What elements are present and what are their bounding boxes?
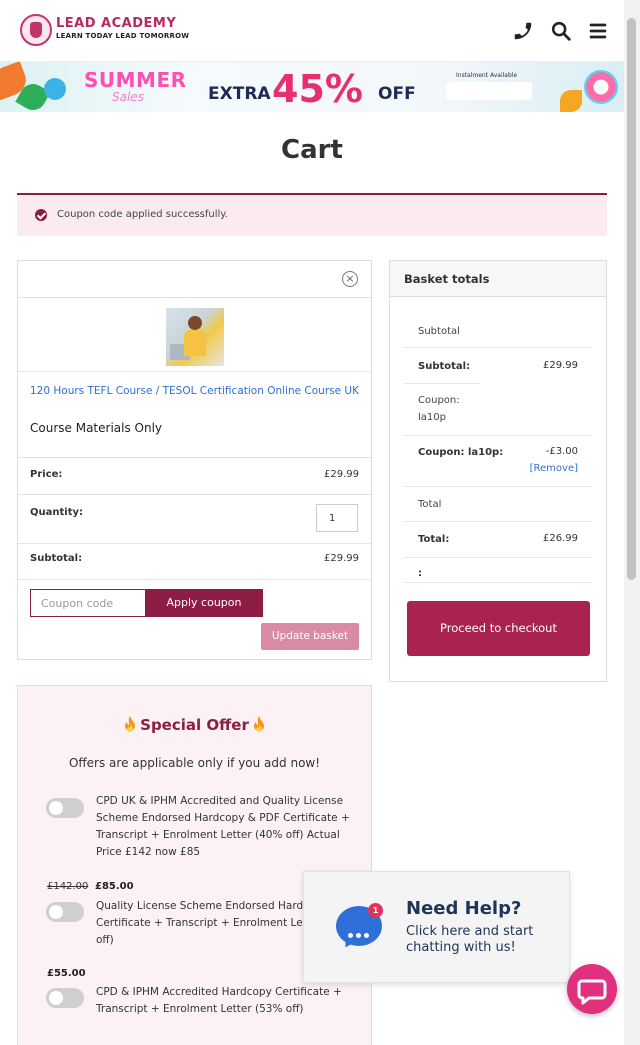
notice-message: Coupon code applied successfully.: [57, 209, 228, 220]
need-help-widget[interactable]: 1 Need Help? Click here and start chatti…: [303, 871, 570, 983]
special-offer-title: Special Offer: [18, 716, 371, 734]
total-heading: Total: [418, 499, 442, 510]
special-offer-title-text: Special Offer: [140, 716, 249, 734]
need-help-subtitle: Click here and start chatting with us!: [406, 924, 534, 955]
offer-toggle[interactable]: [46, 902, 84, 922]
update-basket-button[interactable]: Update basket: [261, 623, 359, 650]
product-link[interactable]: 120 Hours TEFL Course / TESOL Certificat…: [30, 383, 365, 399]
totals-subtotal-value: £29.99: [543, 360, 578, 371]
banner-sales-text: Sales: [112, 90, 144, 104]
offer-description: CPD UK & IPHM Accredited and Quality Lic…: [96, 795, 350, 858]
totals-subtotal-label: Subtotal:: [418, 361, 471, 372]
coupon-heading: Coupon: la10p: [418, 395, 460, 423]
basket-totals-card: Basket totals Subtotal Subtotal: £29.99 …: [389, 260, 607, 682]
apply-coupon-button[interactable]: Apply coupon: [145, 589, 263, 617]
logo-icon[interactable]: [20, 14, 52, 46]
offer-old-price: £142.00: [47, 881, 89, 892]
proceed-to-checkout-button[interactable]: Proceed to checkout: [407, 601, 590, 656]
offer-toggle[interactable]: [46, 988, 84, 1008]
special-offer-subtitle: Offers are applicable only if you add no…: [68, 756, 321, 770]
offer-toggle[interactable]: [46, 798, 84, 818]
banner-installment-text: Instalment Available: [456, 72, 518, 79]
need-help-title: Need Help?: [406, 898, 522, 919]
search-icon[interactable]: [550, 20, 572, 42]
page-title: Cart: [281, 135, 343, 165]
price-label: Price:: [30, 469, 63, 480]
subtotal-value: £29.99: [324, 553, 359, 564]
totals-total-value: £26.99: [543, 533, 578, 544]
subtotal-label: Subtotal:: [30, 553, 83, 564]
banner-extra-text: EXTRA: [208, 84, 271, 104]
fire-icon: [253, 716, 264, 732]
chat-dots-icon: [348, 923, 372, 938]
chat-icon: [577, 979, 607, 1005]
totals-coupon-value: -£3.00: [545, 446, 578, 457]
remove-item-button[interactable]: ×: [342, 271, 358, 287]
totals-coupon-label: Coupon: la10p:: [418, 447, 504, 458]
product-variant: Course Materials Only: [30, 421, 163, 435]
offer-new-price: £55.00: [47, 968, 86, 979]
success-notice: Coupon code applied successfully.: [17, 193, 607, 236]
offer-description: CPD & IPHM Accredited Hardcopy Certifica…: [96, 986, 342, 1015]
menu-icon[interactable]: [587, 20, 609, 42]
scrollbar-thumb[interactable]: [627, 18, 636, 580]
fire-icon: [125, 716, 136, 732]
brand-tagline: LEARN TODAY LEAD TOMORROW: [56, 32, 190, 40]
swim-ring-decoration: [584, 70, 618, 104]
promo-banner[interactable]: SUMMER Sales EXTRA 45% OFF Instalment Av…: [0, 62, 624, 112]
leaf-decoration: [560, 90, 582, 112]
brand-name[interactable]: LEAD ACADEMY: [56, 16, 176, 31]
totals-total-label: Total:: [418, 534, 450, 545]
quantity-input[interactable]: 1: [316, 504, 358, 532]
banner-off-text: OFF: [378, 84, 416, 104]
totals-empty-label: :: [418, 568, 422, 579]
check-icon: [35, 209, 47, 221]
coupon-code-input[interactable]: Coupon code: [30, 589, 145, 617]
product-thumbnail[interactable]: [166, 308, 224, 366]
special-offer-panel: Special Offer Offers are applicable only…: [17, 685, 372, 1045]
price-value: £29.99: [324, 469, 359, 480]
banner-summer-text: SUMMER: [84, 68, 187, 92]
subtotal-heading: Subtotal: [418, 326, 460, 337]
basket-totals-heading: Basket totals: [390, 261, 606, 297]
beach-ball-decoration: [44, 78, 66, 100]
offer-new-price: £85.00: [95, 881, 134, 892]
banner-discount: 45%: [272, 67, 363, 111]
quantity-label: Quantity:: [30, 507, 83, 518]
payment-logos: [446, 82, 532, 100]
cart-item-card: × 120 Hours TEFL Course / TESOL Certific…: [17, 260, 372, 660]
notification-badge: 1: [368, 903, 383, 918]
phone-icon[interactable]: [512, 20, 534, 42]
remove-coupon-link[interactable]: [Remove]: [530, 463, 578, 474]
site-header: LEAD ACADEMY LEARN TODAY LEAD TOMORROW: [0, 0, 624, 62]
chat-launcher-button[interactable]: [567, 964, 617, 1014]
